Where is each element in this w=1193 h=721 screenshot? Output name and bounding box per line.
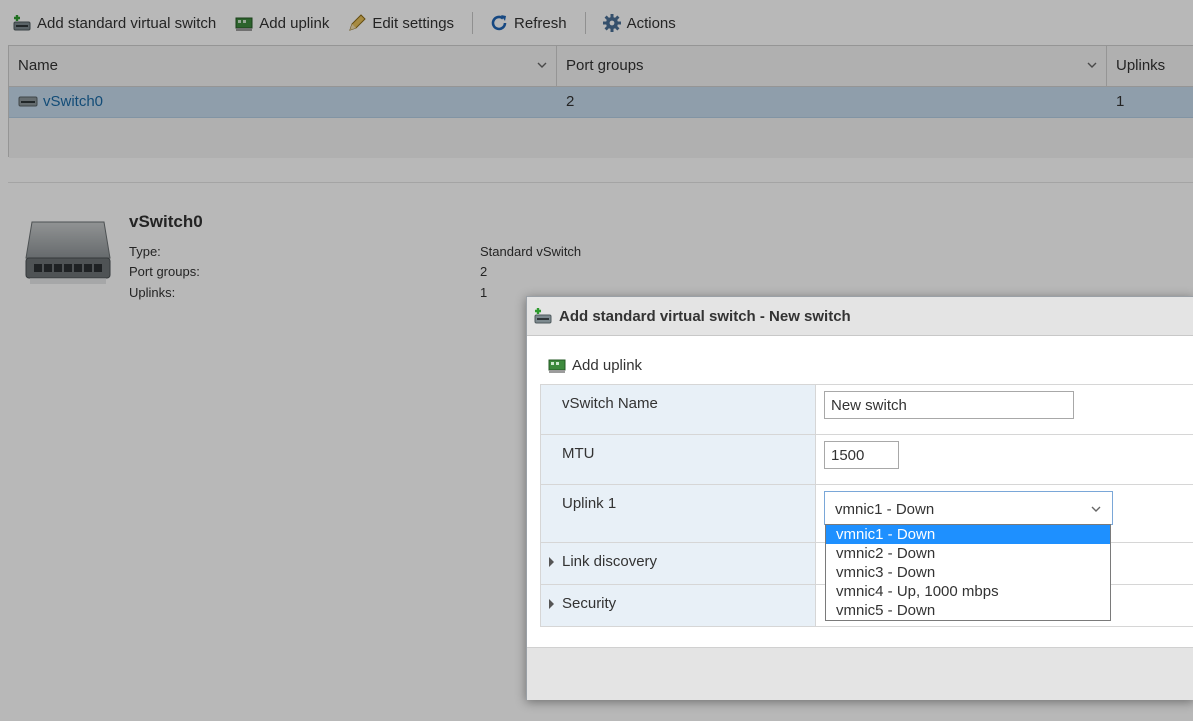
mtu-cell bbox=[816, 435, 1193, 484]
dialog-add-uplink-label: Add uplink bbox=[572, 356, 643, 374]
chevron-down-icon bbox=[1090, 502, 1102, 519]
vswitch-name-input[interactable] bbox=[824, 391, 1074, 419]
uplink-option[interactable]: vmnic3 - Down bbox=[826, 563, 1110, 582]
form-row-mtu: MTU bbox=[541, 435, 1193, 485]
uplink-option[interactable]: vmnic2 - Down bbox=[826, 544, 1110, 563]
uplink-option[interactable]: vmnic5 - Down bbox=[826, 601, 1110, 620]
link-discovery-label: Link discovery bbox=[562, 553, 658, 570]
vswitch-name-label: vSwitch Name bbox=[541, 385, 816, 434]
uplink-1-label: Uplink 1 bbox=[541, 485, 816, 542]
dialog-title: Add standard virtual switch - New switch bbox=[559, 307, 851, 325]
expand-triangle-icon bbox=[549, 599, 554, 609]
link-discovery-expander[interactable]: Link discovery bbox=[541, 543, 816, 584]
dialog-footer bbox=[527, 647, 1193, 700]
add-switch-icon bbox=[533, 306, 553, 326]
vswitch-name-cell bbox=[816, 385, 1193, 434]
add-switch-dialog: Add standard virtual switch - New switch… bbox=[526, 296, 1193, 700]
network-card-icon bbox=[547, 355, 567, 375]
security-label: Security bbox=[562, 595, 617, 612]
mtu-input[interactable] bbox=[824, 441, 899, 469]
uplink-1-selected-value: vmnic1 - Down bbox=[835, 501, 935, 518]
dialog-header: Add standard virtual switch - New switch bbox=[527, 297, 1193, 336]
uplink-option[interactable]: vmnic4 - Up, 1000 mbps bbox=[826, 582, 1110, 601]
security-expander[interactable]: Security bbox=[541, 585, 816, 626]
expand-triangle-icon bbox=[549, 557, 554, 567]
mtu-label: MTU bbox=[541, 435, 816, 484]
uplink-1-select[interactable]: vmnic1 - Down bbox=[824, 491, 1113, 525]
dialog-add-uplink-button[interactable]: Add uplink bbox=[547, 355, 642, 375]
form-row-vswitch-name: vSwitch Name bbox=[541, 385, 1193, 435]
uplink-option[interactable]: vmnic1 - Down bbox=[826, 525, 1110, 544]
uplink-options-list[interactable]: vmnic1 - Down vmnic2 - Down vmnic3 - Dow… bbox=[825, 524, 1111, 621]
